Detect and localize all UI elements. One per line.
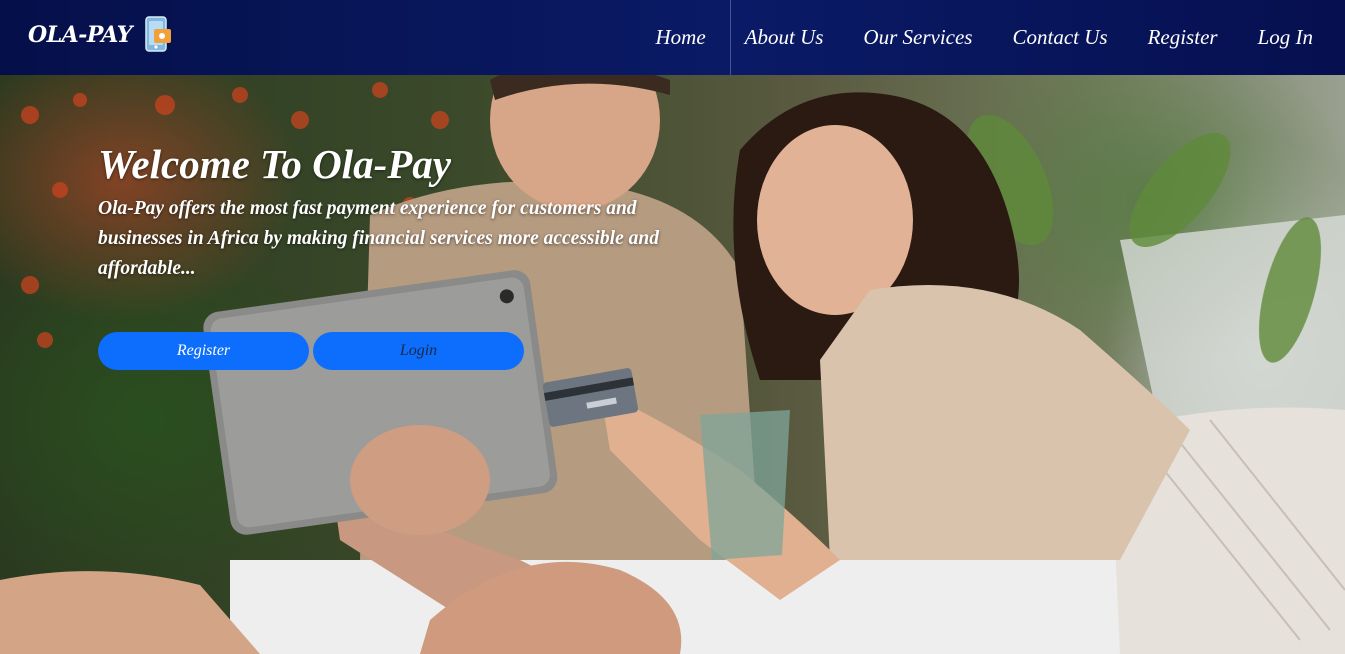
nav-home[interactable]: Home <box>656 25 706 50</box>
landing-page: OLA-PAY Home About Us Our Services Conta… <box>0 0 1345 654</box>
register-button[interactable]: Register <box>98 332 309 370</box>
hero-background-photo <box>0 0 1345 654</box>
nav-register[interactable]: Register <box>1148 25 1218 50</box>
nav-contact-us[interactable]: Contact Us <box>1012 25 1107 50</box>
hero-subtitle: Ola-Pay offers the most fast payment exp… <box>98 198 659 279</box>
nav-our-services[interactable]: Our Services <box>863 25 972 50</box>
hero-photo-illustration <box>0 30 1345 654</box>
hero-title: Welcome To Ola-Pay <box>98 141 451 187</box>
nav-links: Home About Us Our Services Contact Us Re… <box>656 0 1313 75</box>
top-navbar: OLA-PAY Home About Us Our Services Conta… <box>0 0 1345 75</box>
brand-name: OLA-PAY <box>28 22 132 48</box>
hero-content: Welcome To Ola-Pay Ola-Pay offers the mo… <box>98 140 718 284</box>
nav-log-in[interactable]: Log In <box>1258 25 1313 50</box>
hero-buttons: Register Login <box>98 332 524 370</box>
phone-wallet-icon <box>140 16 174 54</box>
login-button[interactable]: Login <box>313 332 524 370</box>
nav-about-us[interactable]: About Us <box>745 25 824 50</box>
nav-divider <box>729 0 731 75</box>
brand[interactable]: OLA-PAY <box>28 16 174 54</box>
